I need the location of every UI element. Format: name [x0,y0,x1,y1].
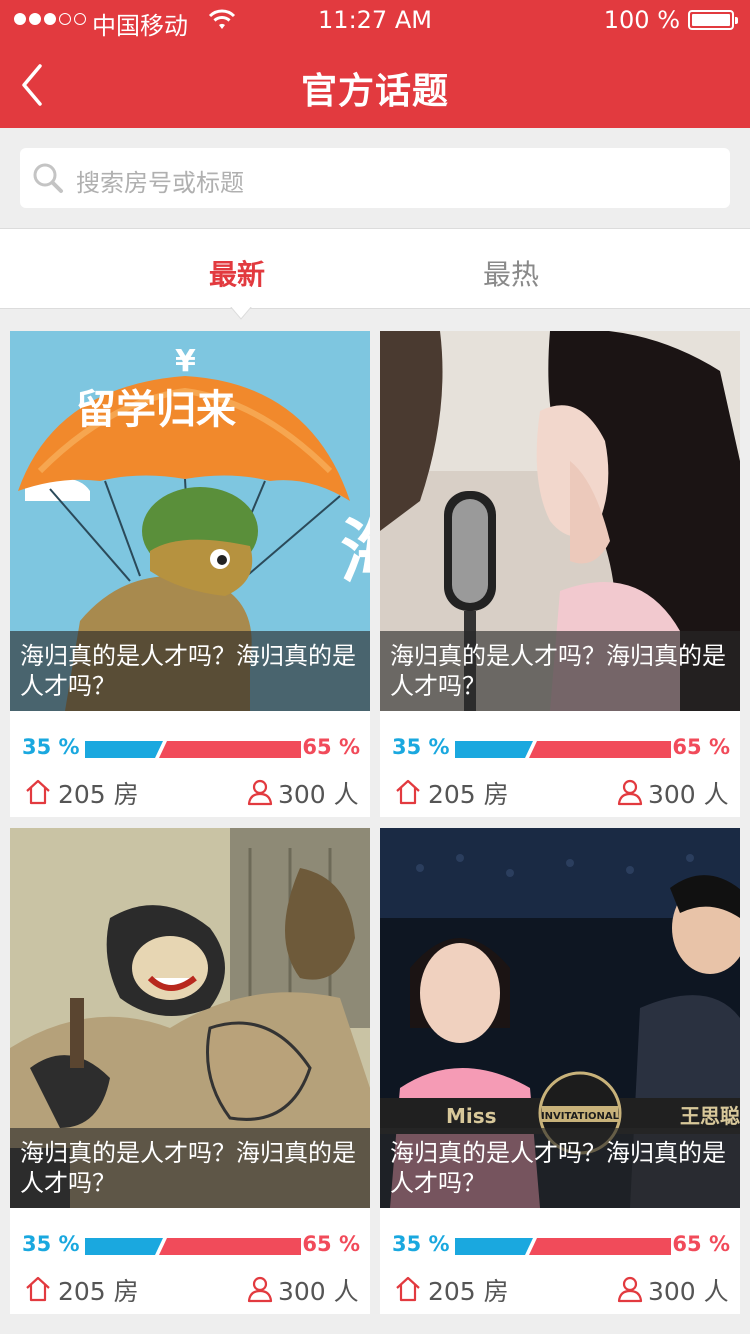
svg-text:¥: ¥ [175,344,196,379]
vote-progress-bar [455,1238,671,1255]
user-icon [617,1276,643,1303]
topic-title: 海归真的是人才吗？海归真的是人才吗？ [10,631,370,711]
search-placeholder: 搜索房号或标题 [76,169,244,197]
right-percentage: 65 % [302,1232,360,1256]
vote-progress-bar [455,741,671,758]
topic-card[interactable]: 海归真的是人才吗？海归真的是人才吗？ 35 % 65 % 205 房 300 人 [10,828,370,1314]
room-count: 205 房 [58,780,139,809]
room-count: 205 房 [428,780,509,809]
people-count: 300 人 [648,1277,729,1306]
topic-image: 留学归来 ¥ 海 海归真的是人才吗？海归真的是人才吗？ [10,331,370,711]
svg-text:留学归来: 留学归来 [76,387,236,433]
user-icon [617,779,643,806]
banner-text-name: 王思聪 [680,1104,740,1128]
topic-stats: 205 房 300 人 [10,1272,370,1306]
left-percentage: 35 % [392,735,450,759]
topic-image: 海归真的是人才吗？海归真的是人才吗？ [10,828,370,1208]
banner-text-miss: Miss [446,1104,497,1128]
topic-card[interactable]: 海归真的是人才吗？海归真的是人才吗？ 35 % 65 % 205 房 300 人 [380,331,740,817]
left-percentage: 35 % [392,1232,450,1256]
topic-title: 海归真的是人才吗？海归真的是人才吗？ [10,1128,370,1208]
left-percentage: 35 % [22,735,80,759]
tab-bar: 最新 最热 [0,228,750,309]
user-icon [247,779,273,806]
battery-icon [688,10,738,30]
house-icon [396,1276,420,1302]
search-area: 搜索房号或标题 [0,128,750,228]
topic-image: Miss 王思聪 INVITATIONAL 海归真的是人才吗？海归真的是人才吗？ [380,828,740,1208]
topic-card[interactable]: 留学归来 ¥ 海 海归真的是人才吗？海归真的是人才吗？ 35 % 65 % [10,331,370,817]
topic-title: 海归真的是人才吗？海归真的是人才吗？ [380,1128,740,1208]
topic-title: 海归真的是人才吗？海归真的是人才吗？ [380,631,740,711]
battery-percentage: 100 % [603,6,680,34]
house-icon [26,1276,50,1302]
house-icon [396,779,420,805]
people-count: 300 人 [278,780,359,809]
topic-stats: 205 房 300 人 [10,775,370,809]
left-percentage: 35 % [22,1232,80,1256]
people-count: 300 人 [648,780,729,809]
vote-progress-bar [85,1238,301,1255]
tab-hottest[interactable]: 最热 [436,253,586,293]
top-bar: 中国移动 11:27 AM 100 % 官方话题 [0,0,750,128]
page-title: 官方话题 [300,71,449,112]
search-icon [33,163,63,193]
search-input[interactable]: 搜索房号或标题 [20,148,730,208]
vote-bar-row: 35 % 65 % [380,1232,740,1260]
right-percentage: 65 % [672,735,730,759]
vote-progress-bar [85,741,301,758]
svg-text:海: 海 [340,511,370,593]
room-count: 205 房 [58,1277,139,1306]
topic-stats: 205 房 300 人 [380,1272,740,1306]
badge-text: INVITATIONAL [541,1111,620,1122]
topic-image: 海归真的是人才吗？海归真的是人才吗？ [380,331,740,711]
vote-bar-row: 35 % 65 % [10,735,370,763]
right-percentage: 65 % [672,1232,730,1256]
status-bar: 中国移动 11:27 AM 100 % [0,0,750,40]
right-percentage: 65 % [302,735,360,759]
people-count: 300 人 [278,1277,359,1306]
vote-bar-row: 35 % 65 % [10,1232,370,1260]
user-icon [247,1276,273,1303]
room-count: 205 房 [428,1277,509,1306]
house-icon [26,779,50,805]
tab-latest[interactable]: 最新 [162,253,312,293]
topic-stats: 205 房 300 人 [380,775,740,809]
active-tab-indicator [230,306,252,320]
topic-card[interactable]: Miss 王思聪 INVITATIONAL 海归真的是人才吗？海归真的是人才吗？… [380,828,740,1314]
vote-bar-row: 35 % 65 % [380,735,740,763]
